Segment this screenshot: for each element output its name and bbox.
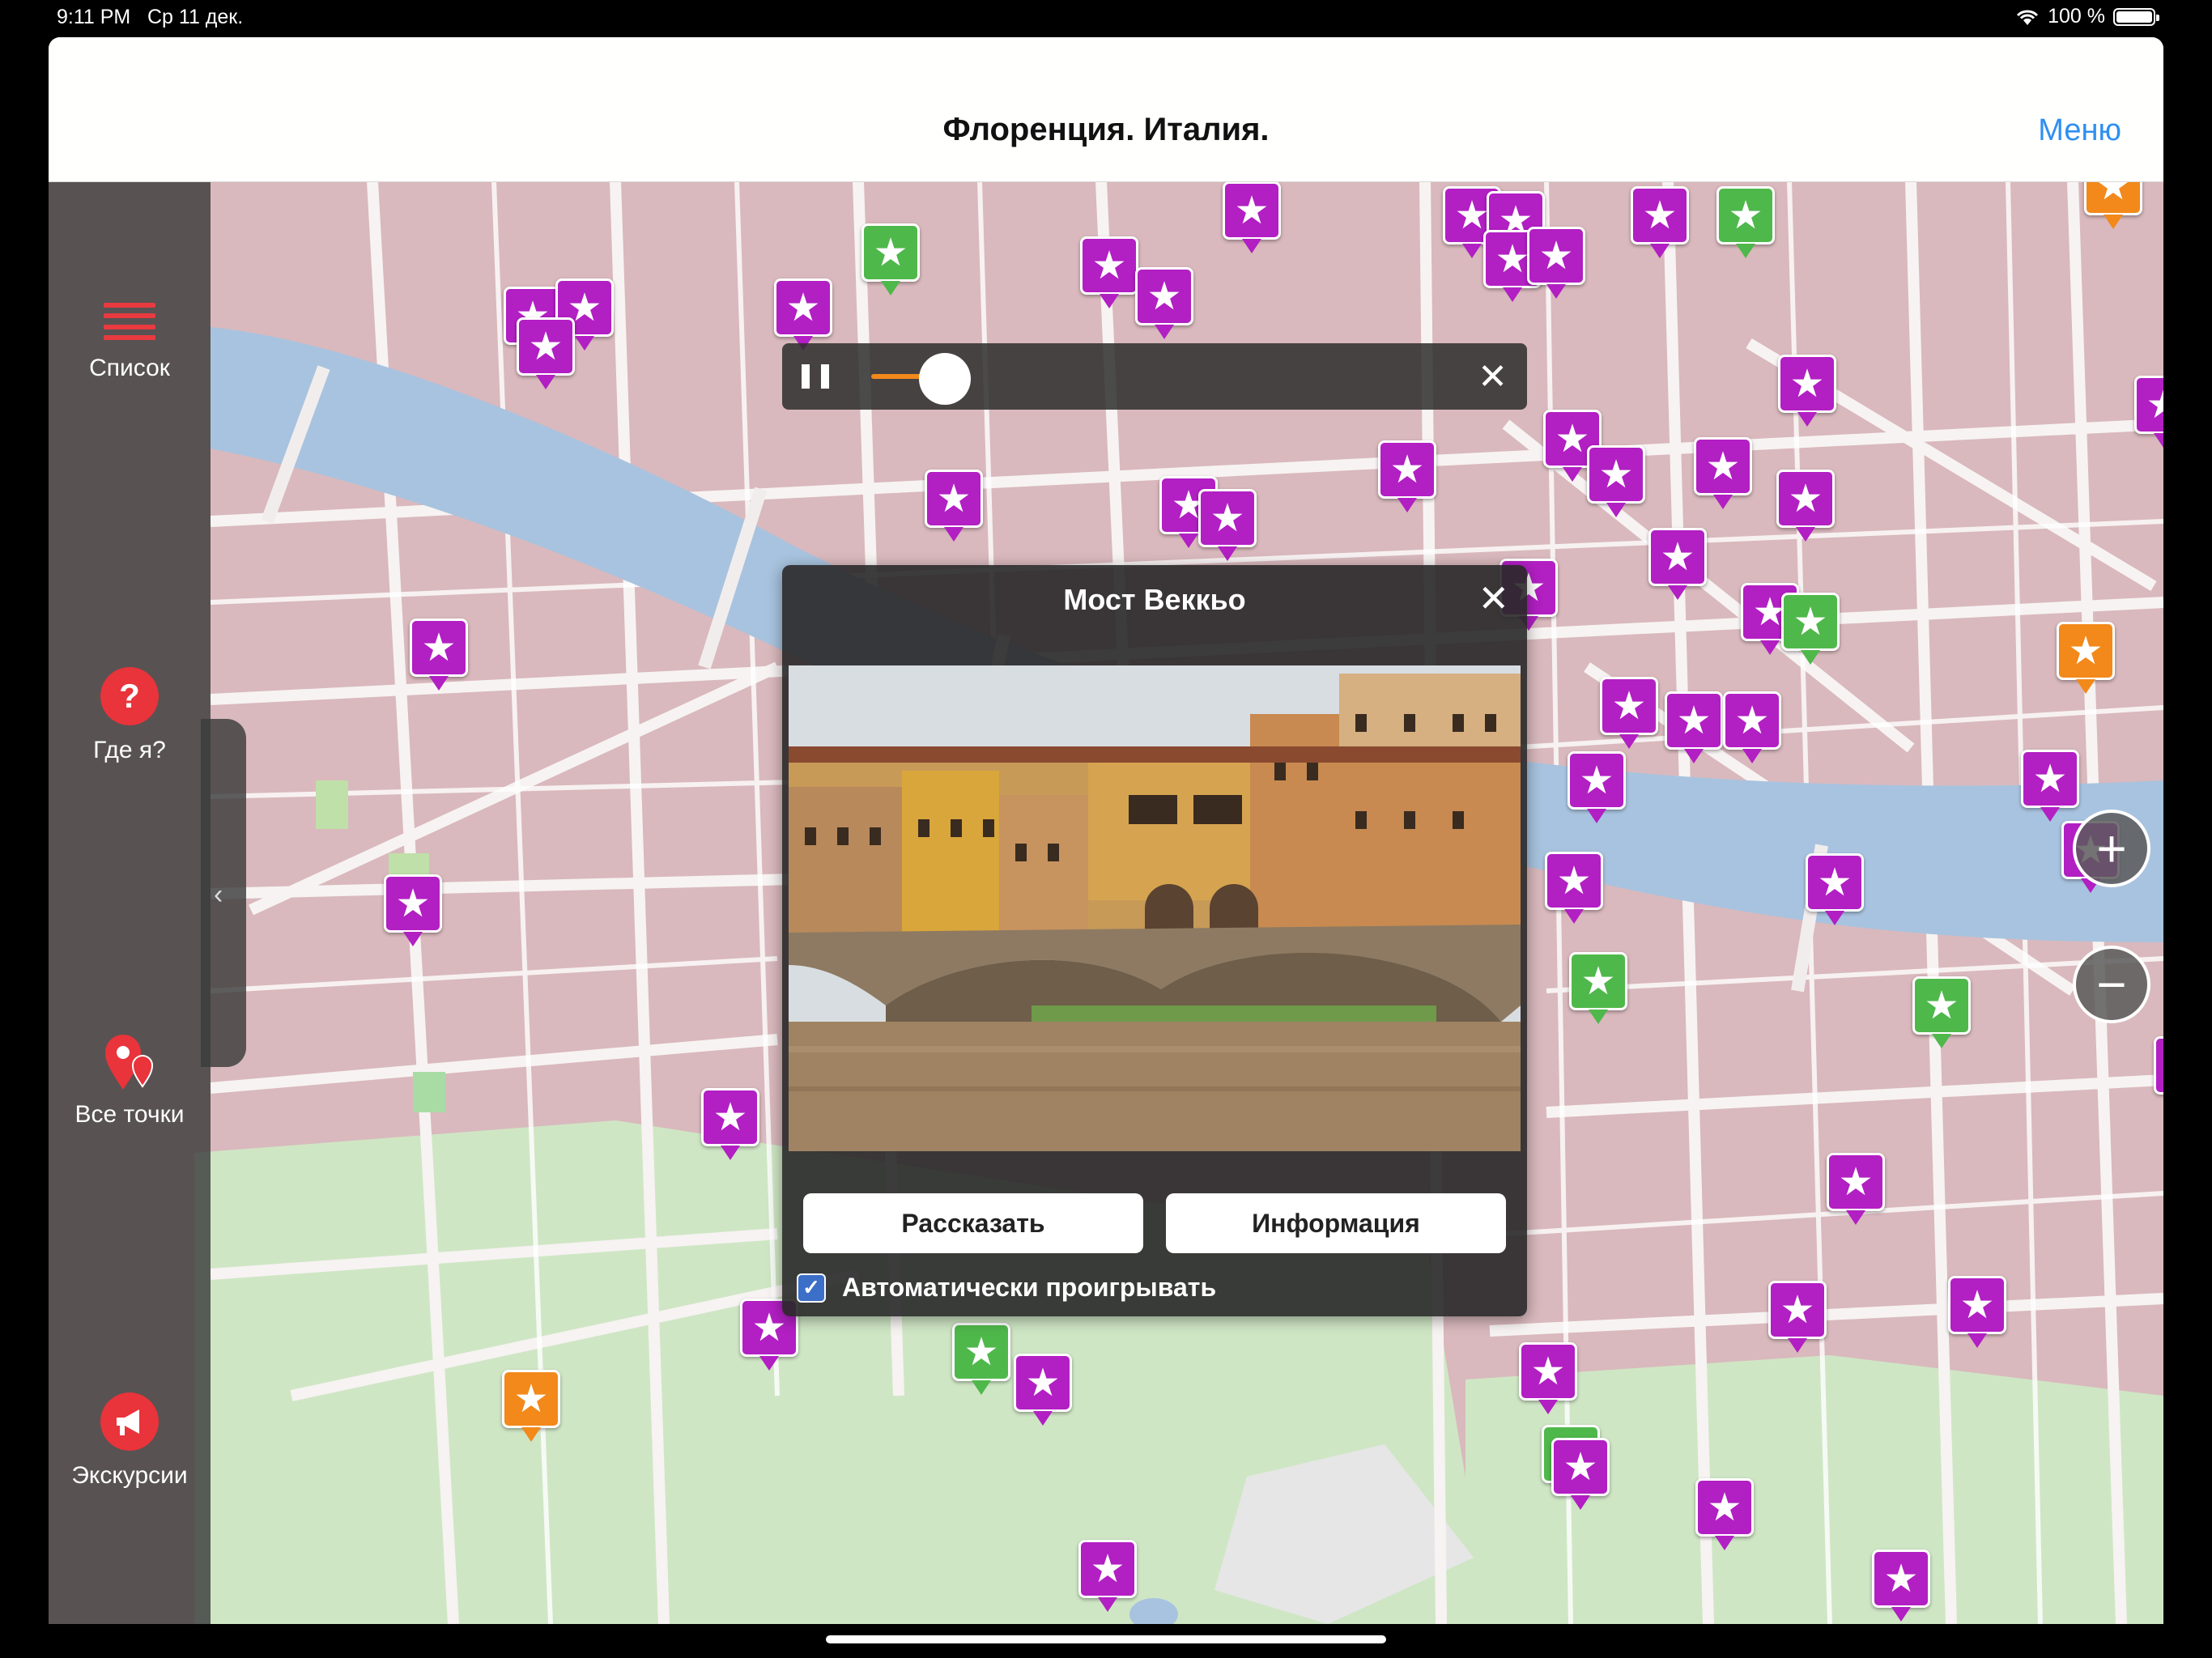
poi-marker[interactable]: ★ [925, 470, 983, 542]
poi-marker[interactable]: ★ [517, 317, 575, 389]
player-close-button[interactable]: ✕ [1478, 356, 1508, 397]
zoom-in-button[interactable]: + [2073, 810, 2150, 887]
menu-button[interactable]: Меню [2038, 113, 2121, 148]
sidebar-item-label: Экскурсии [71, 1462, 188, 1489]
poi-marker[interactable]: ★ [1587, 445, 1645, 517]
chevron-left-icon: ‹ [214, 879, 223, 910]
progress-knob[interactable] [919, 353, 972, 405]
poi-marker[interactable]: ★ [1378, 440, 1436, 512]
sidebar-item-excursions[interactable]: Экскурсии [49, 1392, 211, 1490]
poi-marker[interactable]: ★ [1223, 181, 1281, 253]
poi-marker[interactable]: ★ [1600, 677, 1658, 749]
battery-icon [2113, 7, 2159, 26]
status-right: 100 % [2015, 5, 2159, 28]
poi-photo [789, 665, 1521, 1151]
poi-marker[interactable]: ★ [1569, 952, 1627, 1024]
app-window: Флоренция. Италия. Меню ★ ★ ★ ★ ★ ★ ★ ★ … [49, 37, 2163, 1624]
autoplay-checkbox[interactable]: ✓ [797, 1273, 826, 1303]
poi-marker[interactable]: ★ [861, 223, 920, 295]
all-points-icon [105, 1035, 154, 1090]
poi-marker[interactable]: ★ [384, 874, 442, 946]
poi-marker[interactable]: ★ [2134, 376, 2163, 448]
sidebar-item-label: Список [89, 355, 170, 381]
autoplay-label: Автоматически проигрывать [842, 1273, 1217, 1302]
poi-marker[interactable]: ★ [1568, 751, 1626, 823]
where-am-i-icon: ? [100, 667, 159, 725]
status-bar: 9:11 PM Ср 11 дек. 100 % [0, 0, 2212, 36]
poi-marker[interactable]: ★ [1912, 976, 1971, 1048]
poi-marker[interactable]: ★ [1716, 186, 1775, 258]
poi-marker[interactable]: ★ [1545, 852, 1603, 924]
tell-button[interactable]: Рассказать [803, 1193, 1143, 1253]
poi-marker[interactable]: ★ [1694, 437, 1752, 509]
poi-marker[interactable]: ★ [952, 1323, 1010, 1395]
poi-marker[interactable]: ★ [1014, 1354, 1072, 1426]
poi-marker[interactable]: ★ [1781, 593, 1840, 665]
poi-marker[interactable]: ★ [1135, 267, 1193, 339]
status-time: 9:11 PM [57, 6, 131, 28]
poi-marker[interactable]: ★ [2057, 622, 2115, 694]
home-indicator[interactable] [826, 1635, 1386, 1643]
poi-marker[interactable]: ★ [1665, 691, 1723, 763]
excursions-icon [100, 1392, 159, 1451]
poi-marker[interactable]: ★ [1198, 489, 1257, 561]
sidebar-item-where-am-i[interactable]: ? Где я? [49, 667, 211, 764]
zoom-out-button[interactable]: − [2073, 946, 2150, 1023]
poi-marker[interactable]: ★ [1551, 1438, 1610, 1510]
poi-marker[interactable]: ★ [1631, 186, 1689, 258]
poi-marker[interactable]: ★ [1527, 227, 1585, 299]
battery-percent: 100 % [2048, 5, 2105, 28]
poi-marker[interactable]: ★ [774, 278, 832, 351]
sidebar-item-all-points[interactable]: Все точки [49, 1030, 211, 1129]
pause-button[interactable] [802, 364, 829, 389]
poi-marker[interactable]: ★ [701, 1088, 759, 1160]
poi-marker[interactable]: ★ [1648, 528, 1707, 600]
wifi-icon [2017, 10, 2039, 25]
sidebar-item-label: Все точки [74, 1101, 185, 1128]
navigation-bar: Флоренция. Италия. Меню [49, 37, 2163, 182]
poi-popup: Мост Веккьо ✕ Рассказать Информация ✓ Ав… [782, 565, 1527, 1316]
sidebar-collapse-handle[interactable]: ‹ [201, 719, 246, 1067]
list-icon [104, 303, 155, 340]
info-button[interactable]: Информация [1166, 1193, 1506, 1253]
poi-marker[interactable]: ★ [1806, 853, 1864, 925]
audio-player: ✕ [782, 343, 1527, 410]
poi-marker[interactable]: ★ [1872, 1550, 1930, 1622]
sidebar-item-label: Где я? [93, 737, 166, 763]
poi-marker[interactable]: ★ [1827, 1153, 1885, 1225]
poi-marker[interactable]: ★ [2021, 750, 2079, 822]
sidebar: ‹ Список ? Где я? Все точки Экскурсии [49, 181, 246, 1624]
poi-marker[interactable]: ★ [1695, 1478, 1754, 1550]
poi-marker[interactable]: ★ [1768, 1281, 1827, 1353]
poi-marker[interactable]: ★ [2084, 181, 2142, 229]
poi-marker[interactable]: ★ [1948, 1276, 2006, 1348]
poi-marker[interactable]: ★ [1078, 1540, 1137, 1612]
poi-marker[interactable]: ★ [2154, 1036, 2163, 1095]
poi-marker[interactable]: ★ [410, 619, 468, 691]
poi-marker[interactable]: ★ [1080, 236, 1138, 308]
poi-marker[interactable]: ★ [1776, 470, 1835, 542]
popup-title: Мост Веккьо [1063, 583, 1246, 616]
popup-close-button[interactable]: ✕ [1478, 576, 1509, 620]
poi-marker[interactable]: ★ [502, 1370, 560, 1442]
poi-marker[interactable]: ★ [1778, 355, 1836, 427]
sidebar-item-list[interactable]: Список [49, 303, 211, 382]
ponte-vecchio-image [789, 665, 1521, 1151]
status-date: Ср 11 дек. [147, 6, 244, 28]
page-title: Флоренция. Италия. [942, 112, 1270, 147]
poi-marker[interactable]: ★ [1519, 1342, 1577, 1414]
autoplay-row[interactable]: ✓ Автоматически проигрывать [797, 1273, 1216, 1303]
poi-marker[interactable]: ★ [1723, 691, 1781, 763]
